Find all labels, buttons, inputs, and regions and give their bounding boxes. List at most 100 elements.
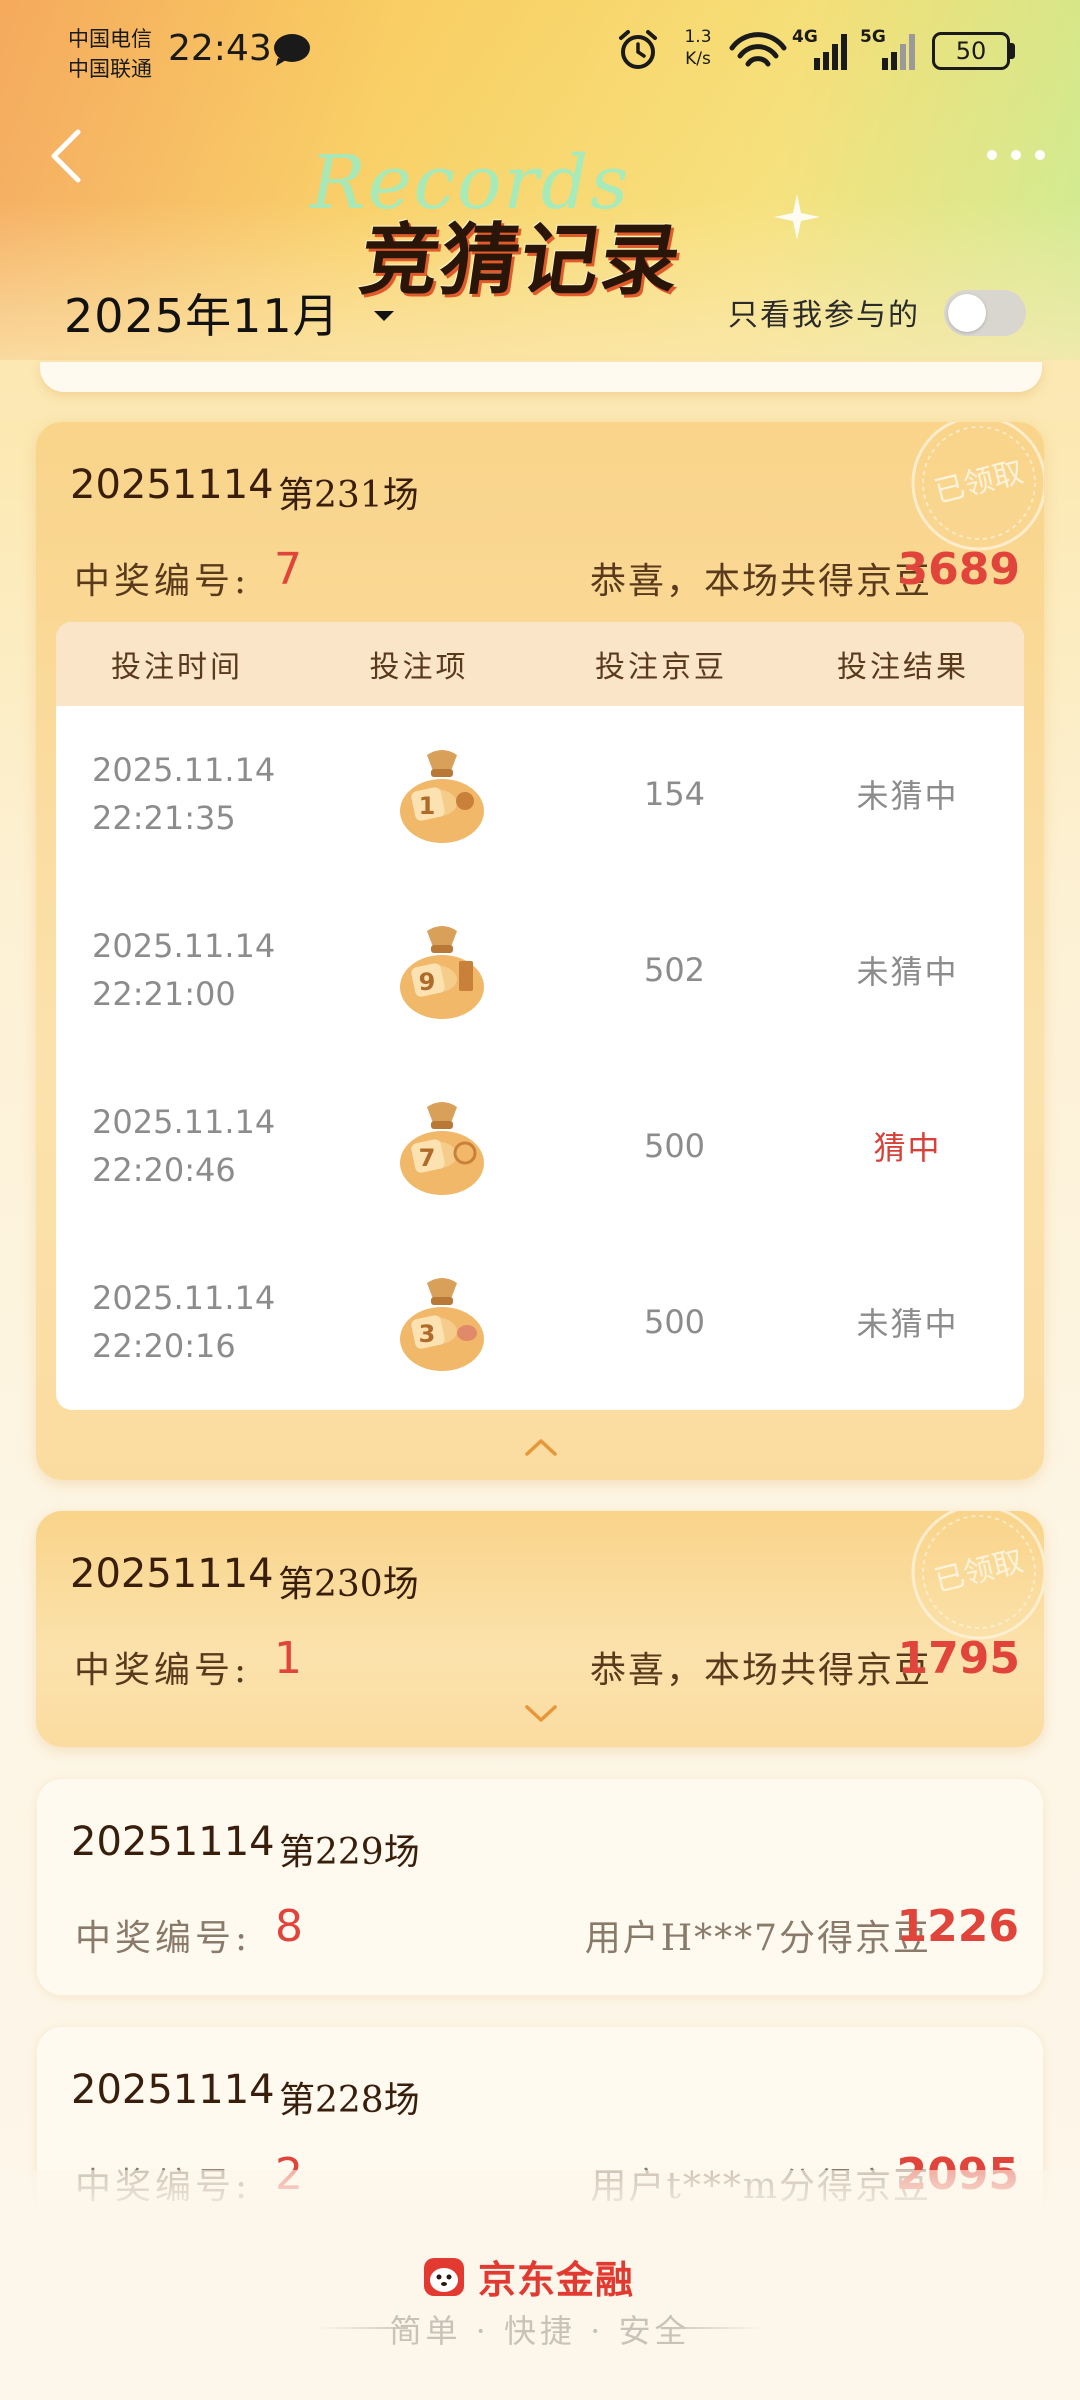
result-amount: 3689	[897, 544, 1020, 595]
bet-amount: 500	[643, 1303, 706, 1341]
bet-table: 投注时间 投注项 投注京豆 投注结果 2025.11.14 22:21:35 1	[56, 622, 1024, 1410]
bet-item: 3	[325, 1269, 558, 1375]
caret-down-icon	[373, 311, 394, 321]
prize-number: 7	[274, 544, 302, 595]
prize-number: 8	[275, 1901, 303, 1952]
result-text: 恭喜，本场共得京豆	[589, 1650, 932, 1691]
page-title: 竞猜记录	[354, 216, 688, 306]
only-mine-label: 只看我参与的	[728, 298, 920, 333]
bet-item-number: 9	[418, 968, 435, 996]
record-date: 20251114	[70, 1551, 274, 1597]
result-text: 用户H***7分得京豆	[584, 1918, 931, 1959]
signal-5g-icon: 5G	[860, 27, 915, 70]
bet-amount: 154	[643, 775, 706, 813]
bet-row: 2025.11.14 22:20:16 3 500 未猜中	[56, 1234, 1024, 1410]
more-options-button[interactable]	[976, 130, 1056, 180]
bet-item: 7	[325, 1093, 558, 1199]
bet-time: 2025.11.14 22:21:35	[56, 746, 325, 842]
record-session: 第230场	[278, 1564, 419, 1605]
network-speed: 1.3 K/s	[676, 26, 720, 70]
bet-time: 2025.11.14 22:20:46	[56, 1098, 325, 1194]
carrier-1: 中国电信	[68, 27, 152, 51]
network-speed-unit: K/s	[685, 49, 711, 69]
signal-4g-icon: 4G	[792, 27, 847, 70]
bet-item-number: 7	[418, 1144, 435, 1172]
bet-item: 9	[325, 917, 558, 1023]
bet-result: 猜中	[873, 1129, 942, 1167]
claimed-stamp-text: 已领取	[931, 455, 1027, 511]
clock: 22:43	[168, 28, 272, 69]
bet-amount: 500	[643, 1127, 706, 1165]
money-bag-icon: 7	[399, 1102, 484, 1195]
header-bet-time: 投注时间	[111, 650, 243, 685]
bet-row: 2025.11.14 22:21:00 9 502 未猜中	[56, 882, 1024, 1058]
record-session: 第229场	[279, 1832, 420, 1873]
bet-amount: 502	[643, 951, 706, 989]
header-bet-amount: 投注京豆	[595, 650, 727, 685]
alarm-icon	[619, 30, 657, 69]
footer-divider-right	[672, 2327, 762, 2329]
battery-cap	[1010, 43, 1015, 59]
chevron-up-icon[interactable]	[524, 1436, 558, 1458]
record-card[interactable]: 已领取 20251114 第230场 中奖编号: 1 恭喜，本场共得京豆 179…	[36, 1511, 1044, 1747]
bet-clock: 22:20:46	[92, 1151, 236, 1189]
back-arrow-icon[interactable]	[40, 120, 100, 190]
only-mine-toggle[interactable]	[944, 290, 1026, 336]
bet-item-number: 3	[418, 1320, 435, 1348]
header-bet-result: 投注结果	[837, 650, 969, 685]
bet-row: 2025.11.14 22:21:35 1 154 未猜中	[56, 706, 1024, 882]
result-amount: 1795	[897, 1633, 1020, 1684]
sparkle-icon	[774, 194, 820, 240]
claimed-stamp-icon: 已领取	[911, 1511, 1044, 1640]
money-bag-icon: 9	[399, 926, 484, 1019]
bet-clock: 22:20:16	[92, 1327, 236, 1365]
network-speed-value: 1.3	[684, 27, 712, 47]
money-bag-icon: 1	[399, 750, 484, 843]
bet-time: 2025.11.14 22:21:00	[56, 922, 325, 1018]
bet-result: 未猜中	[856, 953, 959, 991]
bet-table-header: 投注时间 投注项 投注京豆 投注结果	[56, 622, 1024, 706]
toggle-knob	[948, 294, 986, 332]
month-label: 2025年11月	[64, 289, 340, 343]
chevron-down-icon[interactable]	[524, 1703, 558, 1725]
record-date: 20251114	[70, 462, 274, 508]
footer-logo: 京东金融	[420, 2248, 660, 2304]
status-bar: 中国电信 中国联通 22:43 1.3 K/s 4G 5G 50	[0, 0, 1080, 100]
chat-bubble-icon	[274, 34, 310, 66]
footer-slogan: 简单 · 快捷 · 安全	[389, 2312, 691, 2350]
result-text: 恭喜，本场共得京豆	[589, 561, 932, 602]
result-amount: 1226	[896, 1901, 1019, 1952]
carrier-labels: 中国电信 中国联通	[68, 24, 152, 84]
more-dot-icon	[1011, 150, 1021, 160]
jd-dog-icon	[424, 2258, 464, 2296]
bet-date: 2025.11.14	[92, 1103, 276, 1141]
more-dot-icon	[987, 150, 997, 160]
wifi-icon	[729, 32, 787, 67]
record-card[interactable]: 已领取 20251114 第231场 中奖编号: 7 恭喜，本场共得京豆 368…	[36, 422, 1044, 1480]
claimed-stamp-icon: 已领取	[911, 422, 1044, 551]
bet-time: 2025.11.14 22:20:16	[56, 1274, 325, 1370]
bet-item: 1	[325, 741, 558, 847]
battery-level: 50	[955, 37, 987, 65]
record-date: 20251114	[71, 2067, 275, 2113]
record-card[interactable]: 20251114 第229场 中奖编号: 8 用户H***7分得京豆 1226	[36, 1778, 1044, 1996]
header-bet-item: 投注项	[369, 650, 469, 685]
battery-icon: 50	[932, 32, 1010, 70]
bet-date: 2025.11.14	[92, 1279, 276, 1317]
page-title-banner: Records 竞猜记录	[300, 140, 820, 306]
bet-date: 2025.11.14	[92, 751, 276, 789]
prize-number-label: 中奖编号:	[74, 1650, 251, 1691]
bet-date: 2025.11.14	[92, 927, 276, 965]
bet-result: 未猜中	[856, 777, 959, 815]
month-selector[interactable]: 2025年11月	[64, 278, 394, 348]
bet-clock: 22:21:35	[92, 799, 236, 837]
bet-result: 未猜中	[856, 1305, 959, 1343]
carrier-2: 中国联通	[68, 57, 152, 81]
record-session: 第228场	[279, 2080, 420, 2121]
bet-clock: 22:21:00	[92, 975, 236, 1013]
footer-brand: 京东金融	[478, 2257, 635, 2302]
record-session: 第231场	[278, 475, 419, 516]
record-date: 20251114	[71, 1819, 275, 1865]
money-bag-icon: 3	[399, 1278, 484, 1371]
bet-item-number: 1	[418, 792, 435, 820]
